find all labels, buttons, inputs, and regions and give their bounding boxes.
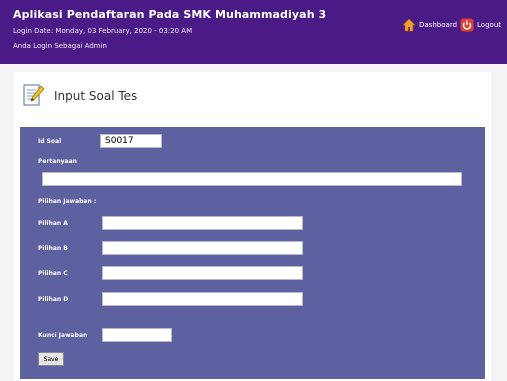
pilihan-heading: Pilihan Jawaban : bbox=[38, 198, 97, 205]
pilihan-c-label: Pilihan C bbox=[38, 270, 68, 277]
pilihan-d-label: Pilihan D bbox=[38, 296, 69, 303]
app-title: Aplikasi Pendaftaran Pada SMK Muhammadiy… bbox=[13, 8, 327, 21]
pilihan-b-label: Pilihan B bbox=[38, 245, 68, 252]
pilihan-a-label: Pilihan A bbox=[38, 220, 68, 227]
pilihan-a-input[interactable] bbox=[102, 216, 303, 230]
app-header: Aplikasi Pendaftaran Pada SMK Muhammadiy… bbox=[0, 0, 507, 64]
id-soal-label: Id Soal bbox=[38, 138, 62, 145]
edit-document-icon bbox=[22, 82, 46, 108]
pilihan-d-input[interactable] bbox=[102, 292, 303, 306]
house-icon bbox=[402, 18, 416, 32]
logout-label: Logout bbox=[477, 21, 501, 29]
logout-link[interactable]: Logout bbox=[460, 18, 501, 32]
dashboard-label: Dashboard bbox=[419, 21, 458, 29]
save-button[interactable]: Save bbox=[38, 352, 64, 366]
header-nav: Dashboard Logout bbox=[402, 18, 501, 32]
pilihan-c-input[interactable] bbox=[102, 266, 303, 280]
login-date: Login Date: Monday, 03 February, 2020 - … bbox=[13, 27, 193, 35]
pertanyaan-label: Pertanyaan bbox=[38, 158, 77, 165]
dashboard-link[interactable]: Dashboard bbox=[402, 18, 457, 32]
page-title: Input Soal Tes bbox=[54, 89, 138, 103]
login-role: Anda Login Sebagai Admin bbox=[13, 42, 107, 50]
id-soal-input[interactable] bbox=[100, 134, 162, 148]
power-icon bbox=[460, 18, 474, 32]
pilihan-b-input[interactable] bbox=[102, 241, 303, 255]
kunci-jawaban-input[interactable] bbox=[102, 328, 172, 342]
kunci-jawaban-label: Kunci Jawaban bbox=[38, 332, 88, 339]
pertanyaan-input[interactable] bbox=[42, 172, 462, 186]
